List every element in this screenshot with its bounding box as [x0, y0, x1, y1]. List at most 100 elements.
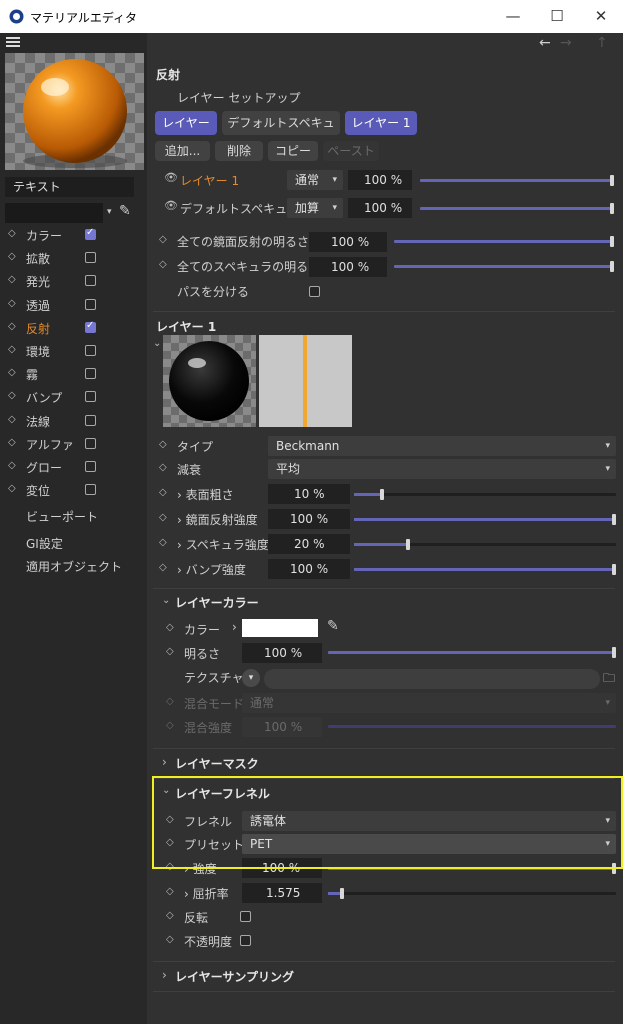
keyframe-diamond-icon[interactable]: ◇ [159, 439, 167, 450]
tab-default-specular[interactable]: デフォルトスペキュラ [222, 111, 340, 154]
close-button[interactable]: ✕ [590, 5, 612, 27]
opacity-checkbox[interactable] [240, 935, 251, 946]
gi-settings-link[interactable]: GI設定 [26, 535, 63, 552]
folder-icon[interactable]: 🗀 [603, 669, 615, 690]
keyframe-diamond-icon[interactable]: ◇ [166, 696, 174, 707]
channel-checkbox[interactable] [85, 484, 96, 496]
hamburger-menu-icon[interactable] [6, 37, 20, 47]
fresnel-strength-field[interactable]: 100 % [242, 858, 322, 878]
assignment-link[interactable]: 適用オブジェクト [26, 558, 122, 575]
attenuation-dropdown[interactable]: 平均 ▾ [268, 459, 616, 479]
layer-preview-sphere[interactable] [163, 335, 256, 427]
layer1-value-field[interactable]: 100 % [348, 170, 412, 190]
minimize-button[interactable]: — [502, 5, 524, 27]
viewport-link[interactable]: ビューポート [26, 508, 98, 525]
ior-field[interactable]: 1.575 [242, 883, 322, 903]
invert-checkbox[interactable] [240, 911, 251, 922]
channel-checkbox[interactable] [85, 345, 96, 356]
add-layer-button[interactable]: 追加... [155, 141, 210, 161]
specular-strength-field[interactable]: 20 % [268, 534, 350, 554]
separate-pass-checkbox[interactable] [309, 286, 320, 297]
texture-menu-button[interactable]: ▾ [242, 669, 260, 687]
material-preview[interactable] [5, 53, 144, 170]
keyframe-diamond-icon[interactable]: ◇ [166, 720, 174, 731]
keyframe-diamond-icon[interactable]: ◇ [166, 934, 174, 945]
channel-checkbox[interactable] [85, 320, 96, 333]
roughness-slider[interactable] [354, 489, 616, 500]
keyframe-diamond-icon[interactable]: ◇ [8, 414, 16, 425]
forward-arrow-icon[interactable]: → [560, 35, 572, 51]
layer-preview-distribution[interactable] [259, 335, 352, 427]
keyframe-diamond-icon[interactable]: ◇ [8, 228, 16, 239]
paste-layer-button[interactable]: ペースト [323, 141, 379, 161]
channel-checkbox[interactable] [85, 252, 96, 264]
keyframe-diamond-icon[interactable]: ◇ [8, 344, 16, 355]
keyframe-diamond-icon[interactable]: ◇ [166, 837, 174, 848]
keyframe-diamond-icon[interactable]: ◇ [159, 234, 167, 245]
color-brightness-slider[interactable] [328, 647, 616, 658]
color-swatch[interactable] [242, 619, 318, 637]
channel-checkbox[interactable] [85, 461, 96, 472]
layer1-opacity-slider[interactable] [420, 175, 614, 186]
all-specular-brightness-slider[interactable] [394, 261, 614, 272]
eyedropper-icon[interactable]: ✎ [119, 203, 131, 219]
keyframe-diamond-icon[interactable]: ◇ [8, 437, 16, 448]
channel-checkbox[interactable] [85, 437, 96, 449]
layer1-mode-dropdown[interactable]: 通常 ▾ [287, 170, 343, 190]
keyframe-diamond-icon[interactable]: ◇ [159, 487, 167, 498]
channel-item[interactable]: ◇ アルファ [8, 434, 138, 454]
collapse-chevron-icon[interactable]: ⌄ [162, 595, 170, 606]
type-dropdown[interactable]: Beckmann ▾ [268, 436, 616, 456]
channel-checkbox[interactable] [85, 391, 96, 403]
up-arrow-icon[interactable]: ↑ [596, 35, 608, 51]
channel-checkbox[interactable] [85, 298, 96, 310]
keyframe-diamond-icon[interactable]: ◇ [166, 886, 174, 897]
channel-item[interactable]: ◇ 拡散 [8, 248, 138, 268]
all-reflection-brightness-slider[interactable] [394, 236, 614, 247]
layer-row-layer1[interactable]: 👁 レイヤー 1 [164, 170, 304, 190]
keyframe-diamond-icon[interactable]: ◇ [159, 562, 167, 573]
tab-layer[interactable]: レイヤー [155, 111, 217, 135]
default-specular-opacity-slider[interactable] [420, 203, 614, 214]
preset-dropdown[interactable]: PET ▾ [242, 834, 616, 854]
keyframe-diamond-icon[interactable]: ◇ [159, 537, 167, 548]
back-arrow-icon[interactable]: ← [539, 35, 551, 51]
texture-slot[interactable] [264, 669, 600, 689]
all-specular-brightness-field[interactable]: 100 % [309, 257, 387, 277]
channel-item[interactable]: ◇ 霧 [8, 364, 138, 384]
ior-slider[interactable] [328, 888, 616, 899]
eye-icon[interactable]: 👁 [164, 171, 178, 184]
default-specular-mode-dropdown[interactable]: 加算 ▾ [287, 198, 343, 218]
expand-chevron-icon[interactable]: › [232, 620, 237, 634]
channel-checkbox[interactable] [85, 368, 96, 380]
material-name-field[interactable]: テキスト [5, 177, 134, 197]
keyframe-diamond-icon[interactable]: ◇ [8, 251, 16, 262]
keyframe-diamond-icon[interactable]: ◇ [8, 367, 16, 378]
maximize-button[interactable]: ☐ [546, 5, 568, 27]
tab-layer-1[interactable]: レイヤー 1 [345, 111, 417, 135]
blend-mode-dropdown[interactable]: 通常 ▾ [242, 693, 616, 713]
specular-strength-slider[interactable] [354, 539, 616, 550]
channel-checkbox[interactable] [85, 414, 96, 426]
channel-item[interactable]: ◇ 発光 [8, 271, 138, 291]
material-search-field[interactable] [5, 203, 103, 223]
channel-item[interactable]: ◇ 環境 [8, 341, 138, 361]
channel-item[interactable]: ◇ バンプ [8, 387, 138, 407]
default-specular-value-field[interactable]: 100 % [348, 198, 412, 218]
blend-strength-slider[interactable] [328, 725, 616, 728]
reflection-strength-slider[interactable] [354, 514, 616, 525]
channel-item[interactable]: ◇ 反射 [8, 318, 138, 338]
keyframe-diamond-icon[interactable]: ◇ [8, 460, 16, 471]
keyframe-diamond-icon[interactable]: ◇ [166, 646, 174, 657]
channel-item[interactable]: ◇ 変位 [8, 480, 138, 500]
roughness-field[interactable]: 10 % [268, 484, 350, 504]
keyframe-diamond-icon[interactable]: ◇ [8, 390, 16, 401]
channel-checkbox[interactable] [85, 275, 96, 287]
eyedropper-icon[interactable]: ✎ [327, 618, 339, 634]
expand-chevron-icon[interactable]: › [162, 968, 167, 982]
reflection-strength-field[interactable]: 100 % [268, 509, 350, 529]
keyframe-diamond-icon[interactable]: ◇ [159, 259, 167, 270]
keyframe-diamond-icon[interactable]: ◇ [159, 512, 167, 523]
keyframe-diamond-icon[interactable]: ◇ [166, 910, 174, 921]
all-reflection-brightness-field[interactable]: 100 % [309, 232, 387, 252]
